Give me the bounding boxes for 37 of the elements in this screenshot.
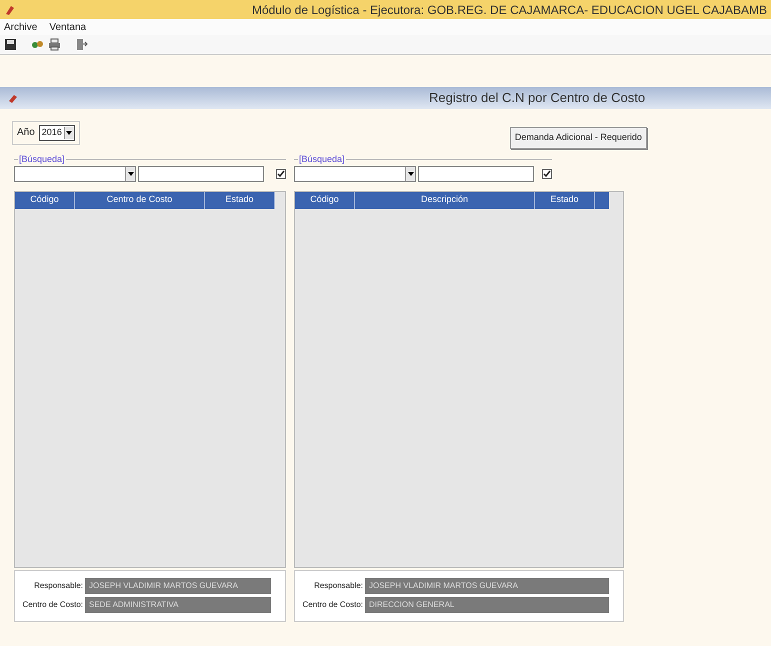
- caret-icon: [128, 172, 134, 176]
- year-dropdown[interactable]: 2016: [38, 125, 75, 140]
- printer-icon[interactable]: [48, 38, 61, 51]
- search-checkbox[interactable]: [276, 168, 286, 178]
- menu-item[interactable]: Archive: [4, 20, 38, 34]
- column-header[interactable]: Estado: [205, 192, 275, 208]
- column-header[interactable]: Código: [295, 192, 355, 208]
- caret-icon: [408, 172, 414, 176]
- responsable-field: JOSEPH VLADIMIR MARTOS GUEVARA: [85, 578, 271, 594]
- responsable-field: JOSEPH VLADIMIR MARTOS GUEVARA: [365, 578, 609, 594]
- column-header[interactable]: Código: [15, 192, 75, 208]
- field-label: Responsable:: [313, 580, 363, 592]
- search-dropdown[interactable]: [294, 166, 416, 182]
- caret-icon: [66, 130, 72, 135]
- form-title: Registro del C.N por Centro de Costo: [429, 89, 646, 108]
- column-header[interactable]: Centro de Costo: [75, 192, 205, 208]
- menu-item[interactable]: Ventana: [49, 20, 86, 34]
- exit-icon[interactable]: [75, 38, 88, 51]
- save-icon[interactable]: [4, 38, 17, 51]
- column-header[interactable]: Descripción: [355, 192, 535, 208]
- column-header[interactable]: Estado: [535, 192, 595, 208]
- demand-button[interactable]: Demanda Adicional - Requerido: [510, 127, 647, 148]
- search-checkbox[interactable]: [542, 168, 552, 178]
- cost-center-field: SEDE ADMINISTRATIVA: [85, 597, 271, 613]
- search-legend: [Búsqueda]: [18, 152, 66, 166]
- field-label: Centro de Costo:: [302, 599, 363, 611]
- field-label: Centro de Costo:: [22, 599, 83, 611]
- search-field[interactable]: [138, 166, 264, 182]
- cost-center-field: DIRECCION GENERAL: [365, 597, 609, 613]
- eraser-icon: [8, 92, 19, 104]
- search-dropdown[interactable]: [14, 166, 136, 182]
- field-label: Responsable:: [33, 580, 83, 592]
- search-legend: [Búsqueda]: [298, 152, 346, 166]
- year-label: Año: [17, 126, 35, 140]
- window-title: Módulo de Logística - Ejecutora: GOB.REG. DE CAJAMARCA- EDUCACION UGEL CAJABAMB: [252, 2, 767, 18]
- app-icon: [4, 4, 16, 16]
- search-field[interactable]: [418, 166, 534, 182]
